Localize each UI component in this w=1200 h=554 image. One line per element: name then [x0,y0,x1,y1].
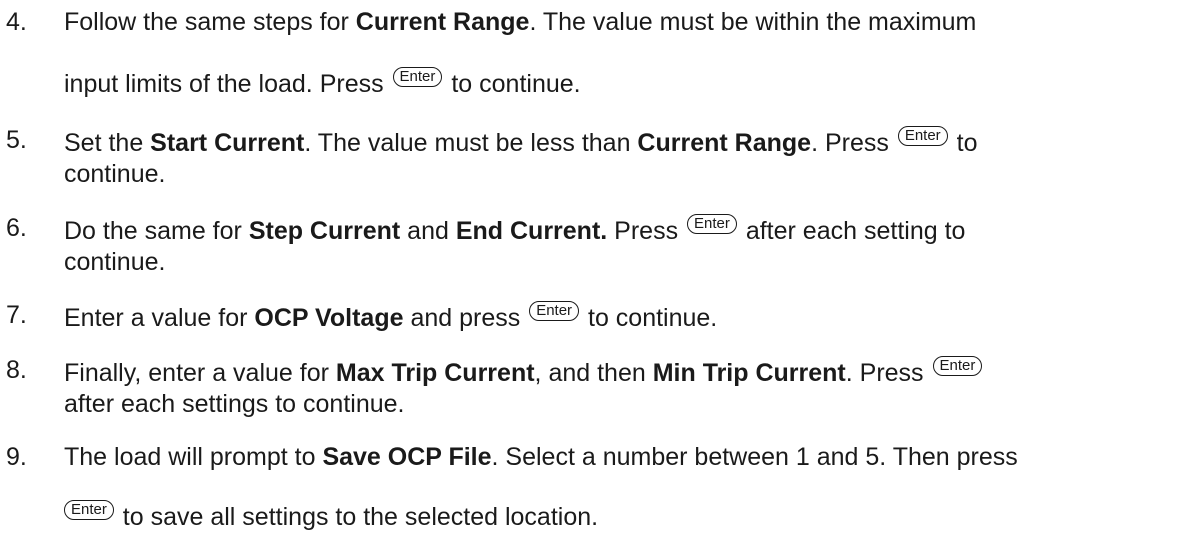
step-6-line-2: continue. [64,248,166,276]
term-save-ocp-file: Save OCP File [322,443,492,471]
step-4-line-1: Follow the same steps for Current Range.… [64,8,977,36]
enter-key-icon: Enter [529,301,580,321]
term-max-trip-current: Max Trip Current [335,359,535,387]
step-6-line-1: Do the same for Step Current and End Cur… [64,214,966,245]
step-9-line-1: The load will prompt to Save OCP File. S… [64,443,1018,471]
enter-key-icon: Enter [392,67,443,87]
step-number: 9. [6,443,27,471]
step-8-line-2: after each settings to continue. [64,390,405,418]
term-step-current: Step Current [248,217,401,245]
step-number: 4. [6,8,27,36]
step-5-line-2: continue. [64,160,166,188]
term-current-range: Current Range [637,129,812,157]
enter-key-icon: Enter [897,126,948,146]
enter-key-icon: Enter [64,500,114,520]
term-start-current: Start Current [150,129,305,157]
term-current-range: Current Range [355,8,530,36]
step-number: 8. [6,356,27,384]
step-4-line-2: input limits of the load. Press Enter to… [64,67,581,98]
step-number: 6. [6,214,27,242]
enter-key-icon: Enter [932,356,983,376]
step-7-line-1: Enter a value for OCP Voltage and press … [64,301,718,332]
step-number: 7. [6,301,27,329]
step-number: 5. [6,126,27,154]
term-ocp-voltage: OCP Voltage [254,304,404,332]
term-min-trip-current: Min Trip Current [652,359,846,387]
term-end-current: End Current. [455,217,608,245]
step-8-line-1: Finally, enter a value for Max Trip Curr… [64,356,984,388]
step-5-line-1: Set the Start Current. The value must be… [64,126,978,157]
step-9-line-2: Enter to save all settings to the select… [64,500,598,532]
enter-key-icon: Enter [687,214,737,234]
